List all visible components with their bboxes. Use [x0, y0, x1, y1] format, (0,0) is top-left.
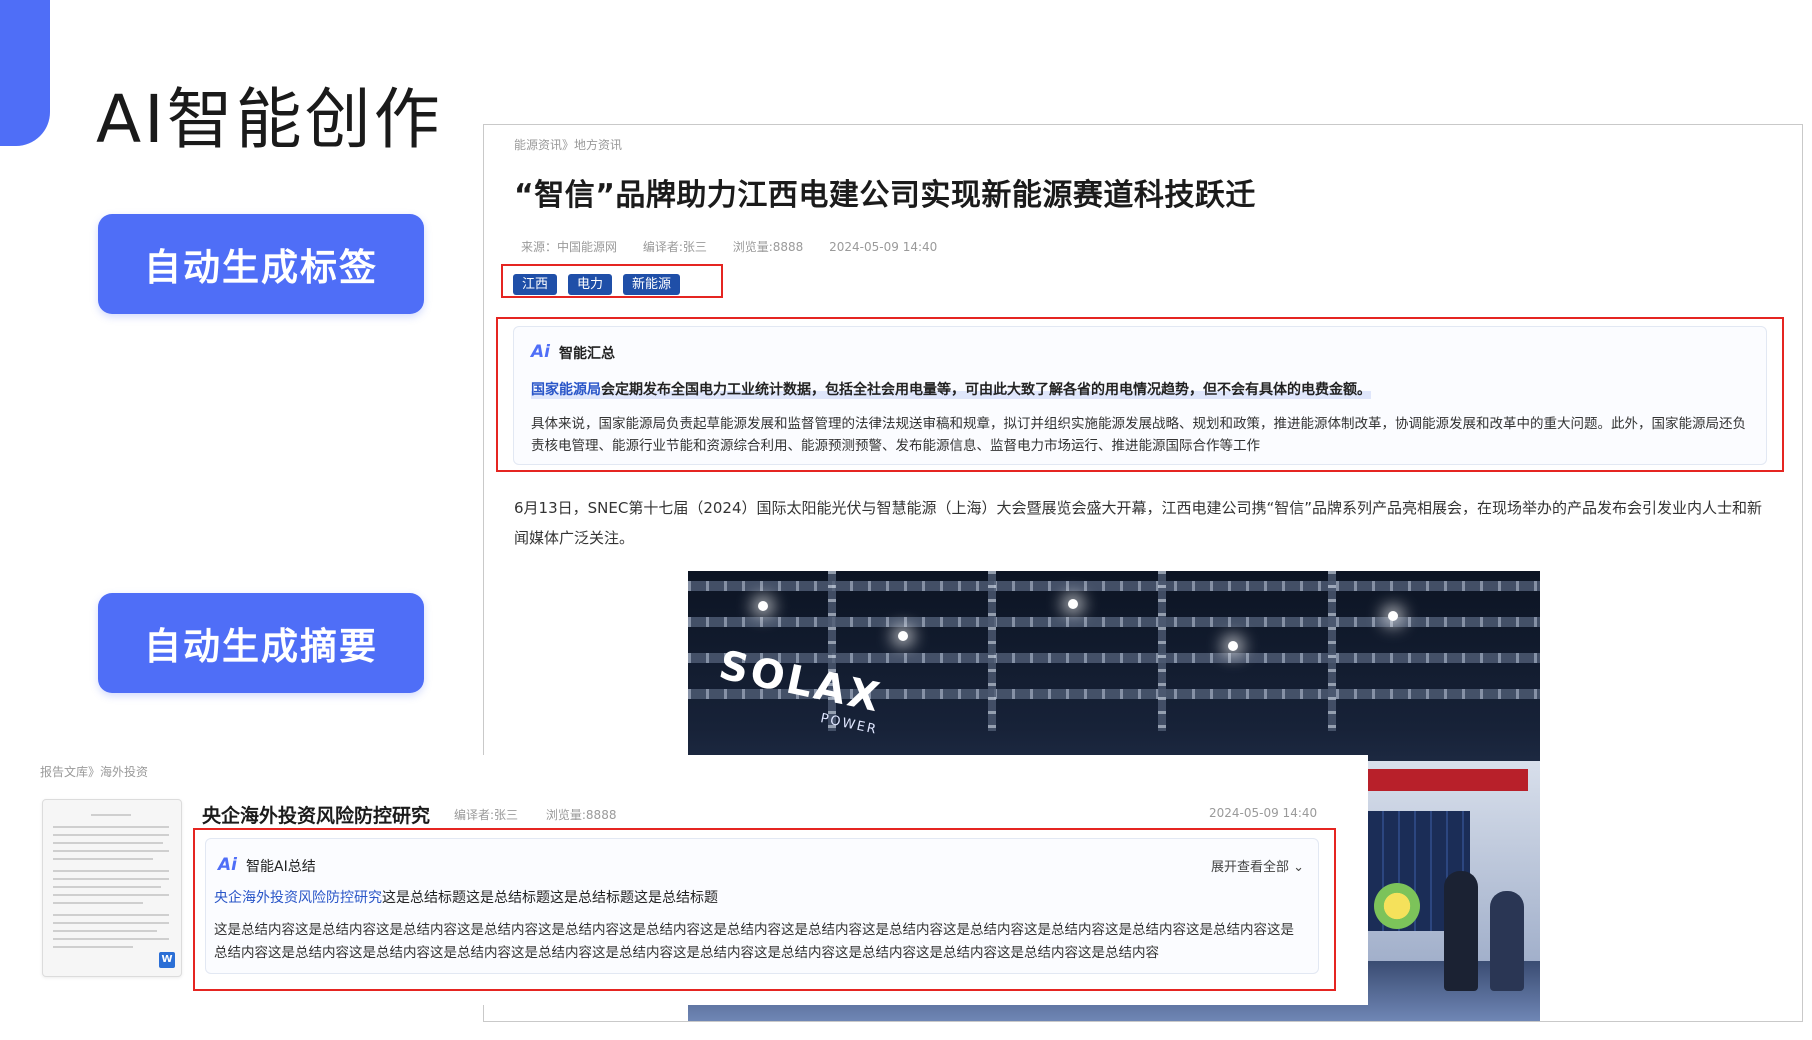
meta-date: 2024-05-09 14:40: [829, 240, 938, 254]
report-editor: 编译者:张三: [454, 808, 519, 822]
report-summary-link[interactable]: 央企海外投资风险防控研究: [214, 890, 382, 906]
summary-highlight-text: 会定期发布全国电力工业统计数据，包括全社会用电量等，可由此大致了解各省的用电情况…: [601, 382, 1371, 398]
expand-all-button[interactable]: 展开查看全部 ⌄: [1211, 856, 1304, 875]
report-meta: 编译者:张三 浏览量:8888: [454, 806, 640, 823]
article-headline: “智信”品牌助力江西电建公司实现新能源赛道科技跃迁: [514, 178, 1256, 213]
word-doc-icon: W: [159, 952, 175, 968]
meta-editor: 编译者:张三: [642, 240, 707, 254]
tags-highlight-box: 江西 电力 新能源: [501, 264, 723, 298]
report-ai-summary: Ai 智能AI总结 展开查看全部 ⌄ 央企海外投资风险防控研究这是总结标题这是总…: [205, 838, 1319, 974]
summary-body: 具体来说，国家能源局负责起草能源发展和监督管理的法律法规送审稿和规章，拟订并组织…: [531, 416, 1746, 454]
report-summary-heading-text: 这是总结标题这是总结标题这是总结标题这是总结标题: [382, 890, 718, 906]
slide-title: AI智能创作: [96, 81, 443, 158]
meta-views: 浏览量:8888: [732, 240, 804, 254]
report-breadcrumb[interactable]: 报告文库》海外投资: [40, 763, 148, 780]
breadcrumb[interactable]: 能源资讯》地方资讯: [514, 136, 622, 153]
ai-summary-card: Ai 智能汇总 国家能源局会定期发布全国电力工业统计数据，包括全社会用电量等，可…: [513, 326, 1767, 465]
tag-jiangxi[interactable]: 江西: [513, 274, 558, 295]
report-summary-body: 这是总结内容这是总结内容这是总结内容这是总结内容这是总结内容这是总结内容这是总结…: [214, 922, 1294, 961]
auto-summary-button[interactable]: 自动生成摘要: [98, 593, 424, 693]
article-paragraph: 6月13日，SNEC第十七届（2024）国际太阳能光伏与智慧能源（上海）大会暨展…: [514, 499, 1763, 547]
report-date: 2024-05-09 14:40: [1209, 806, 1318, 820]
summary-link[interactable]: 国家能源局: [531, 382, 601, 398]
tag-new-energy[interactable]: 新能源: [623, 274, 681, 295]
expand-label: 展开查看全部: [1210, 860, 1289, 875]
ai-icon: Ai: [218, 855, 237, 875]
report-summary-heading: 央企海外投资风险防控研究这是总结标题这是总结标题这是总结标题这是总结标题: [214, 887, 718, 907]
tag-power[interactable]: 电力: [568, 274, 613, 295]
report-views: 浏览量:8888: [545, 808, 617, 822]
article-meta: 来源：中国能源网 编译者:张三 浏览量:8888 2024-05-09 14:4…: [521, 238, 959, 255]
chevron-down-icon: ⌄: [1293, 860, 1304, 875]
corner-accent: [0, 0, 50, 146]
ai-summary-title: 智能汇总: [559, 346, 615, 362]
document-thumbnail[interactable]: W: [42, 799, 182, 977]
summary-highlight-line: 国家能源局会定期发布全国电力工业统计数据，包括全社会用电量等，可由此大致了解各省…: [531, 379, 1371, 399]
ai-icon: Ai: [531, 342, 550, 362]
meta-source: 来源：中国能源网: [521, 240, 618, 254]
report-title[interactable]: 央企海外投资风险防控研究: [202, 801, 430, 828]
report-ai-summary-title: 智能AI总结: [246, 859, 316, 875]
auto-tag-button[interactable]: 自动生成标签: [98, 214, 424, 314]
